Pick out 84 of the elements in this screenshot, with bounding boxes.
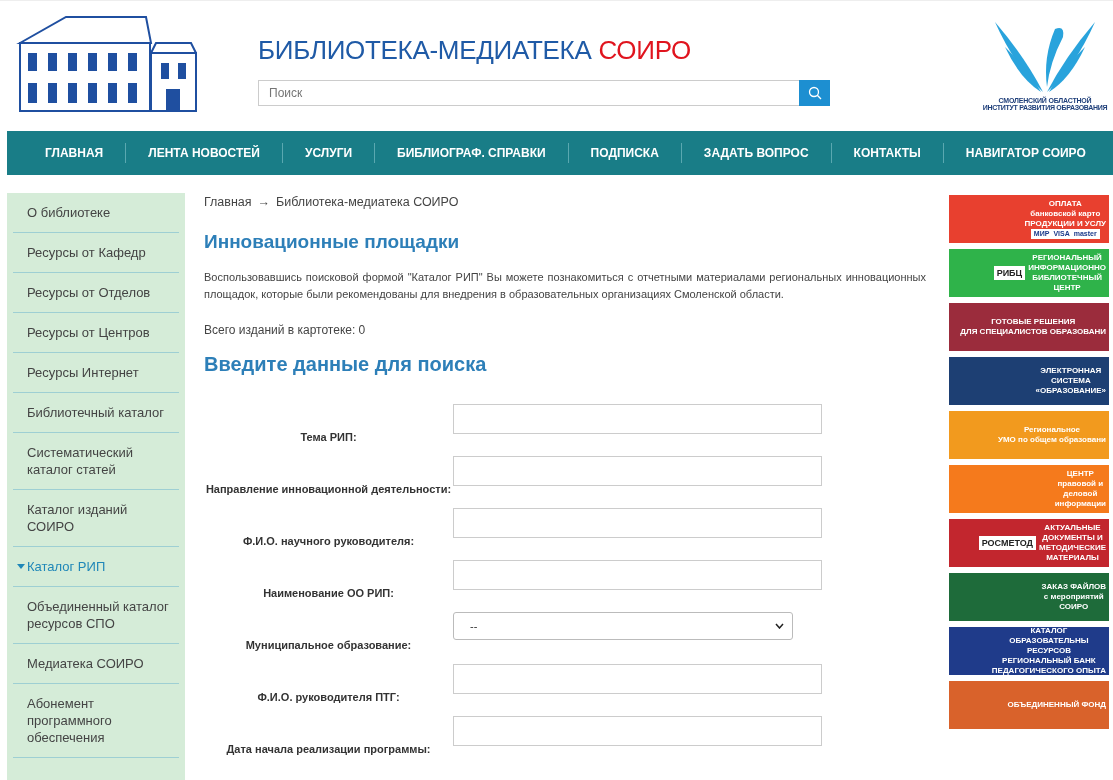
page-heading: Инновационные площадки xyxy=(204,231,461,253)
banner-text: ПРОДУКЦИИ И УСЛУ xyxy=(1024,219,1106,229)
banner-text: с мероприятий xyxy=(1043,592,1104,602)
banner-text: правовой и xyxy=(1057,479,1104,489)
banner-text: СИСТЕМА xyxy=(1050,376,1091,386)
input-field[interactable] xyxy=(453,456,822,486)
sidebar-item[interactable]: Медиатека СОИРО xyxy=(13,644,179,684)
promo-banner[interactable]: ОБЪЕДИНЕННЫЙ ФОНД xyxy=(947,679,1111,731)
banner-text: РЕГИОНАЛЬНЫЙ xyxy=(1032,253,1102,263)
banner-text: СОИРО xyxy=(1059,602,1089,612)
sidebar-item[interactable]: Каталог изданий СОИРО xyxy=(13,490,179,547)
banner-logo: РИБЦ xyxy=(993,266,1026,280)
banner-text: ДЛЯ СПЕЦИАЛИСТОВ ОБРАЗОВАНИ xyxy=(960,327,1106,337)
input-field[interactable] xyxy=(453,560,822,590)
sidebar-item[interactable]: Ресурсы Интернет xyxy=(13,353,179,393)
chevron-icon xyxy=(775,623,784,629)
nav-link[interactable]: БИБЛИОГРАФ. СПРАВКИ xyxy=(375,143,569,163)
banner-text: МАТЕРИАЛЫ xyxy=(1046,553,1099,563)
breadcrumb-link[interactable]: Главная xyxy=(204,195,252,209)
input-field[interactable] xyxy=(453,716,822,746)
sidebar-item[interactable]: Ресурсы от Отделов xyxy=(13,273,179,313)
banner-text: Региональное xyxy=(1023,425,1081,435)
field-label: Муниципальное образование: xyxy=(244,638,413,653)
nav-link[interactable]: КОНТАКТЫ xyxy=(831,143,944,163)
banner-logo: РОСМЕТОД xyxy=(978,536,1037,550)
input-field[interactable] xyxy=(453,508,822,538)
input-field[interactable] xyxy=(453,664,822,694)
sidebar-item[interactable]: О библиотеке xyxy=(13,193,179,233)
banner-text: КАТАЛОГ xyxy=(1030,626,1068,636)
sidebar-item[interactable]: Объединенный каталог ресурсов СПО xyxy=(13,587,179,644)
field-label: Дата начала реализации программы: xyxy=(225,742,432,757)
nav-link[interactable]: ПОДПИСКА xyxy=(568,143,682,163)
banner-text: ОБРАЗОВАТЕЛЬНЫ xyxy=(1009,636,1089,646)
banner-text: ПЕДАГОГИЧЕСКОГО ОПЫТА xyxy=(991,666,1106,676)
sidebar-item[interactable]: Ресурсы от Центров xyxy=(13,313,179,353)
banner-text: РЕСУРСОВ xyxy=(1026,646,1071,656)
nav-link[interactable]: ЛЕНТА НОВОСТЕЙ xyxy=(126,143,283,163)
banner-text: ИНФОРМАЦИОННО xyxy=(1028,263,1106,272)
breadcrumb-separator: → xyxy=(257,195,271,209)
banner-text: информации xyxy=(1054,499,1106,509)
promo-banner[interactable]: ЗАКАЗ ФАЙЛОВ с мероприятий СОИРО xyxy=(947,571,1111,623)
site-title: БИБЛИОТЕКА-МЕДИАТЕКА СОИРО xyxy=(258,35,693,66)
banner-text: ЦЕНТР xyxy=(1066,469,1094,479)
banner-text: РЕГИОНАЛЬНЫЙ БАНК xyxy=(1002,656,1096,666)
banner-text: ДОКУМЕНТЫ И xyxy=(1042,533,1103,543)
field-label: Ф.И.О. руководителя ПТГ: xyxy=(256,690,401,705)
form-heading: Введите данные для поиска xyxy=(204,353,488,376)
banner-text: ГОТОВЫЕ РЕШЕНИЯ xyxy=(991,317,1076,327)
promo-banner[interactable]: КАТАЛОГ ОБРАЗОВАТЕЛЬНЫ РЕСУРСОВ РЕГИОНАЛЬНЫЙ БАНК ПЕДАГОГИЧЕСКОГО ОПЫТА xyxy=(947,625,1111,677)
banner-text: деловой xyxy=(1063,489,1098,499)
field-label: Наименование ОО РИП: xyxy=(262,586,395,601)
banner-text: ЦЕНТР xyxy=(1053,283,1081,293)
banner-text: БИБЛИОТЕЧНЫЙ xyxy=(1032,273,1102,283)
field-label: Направление инновационной деятельности: xyxy=(204,482,453,497)
nav-link[interactable]: НАВИГАТОР СОИРО xyxy=(943,143,1108,163)
sidebar-item[interactable]: Ресурсы от Кафедр xyxy=(13,233,179,273)
search-button[interactable] xyxy=(799,80,830,106)
input-field[interactable] xyxy=(453,404,822,434)
search-field[interactable]: Поиск xyxy=(258,80,799,106)
sidebar-item[interactable]: Систематический каталог статей xyxy=(13,433,179,490)
search-icon xyxy=(807,86,822,100)
banner-text: «ОБРАЗОВАНИЕ» xyxy=(1035,386,1106,396)
sidebar-item[interactable]: Абонемент программного обеспечения xyxy=(13,684,179,758)
intro-text: Воспользовавшись поисковой формой "Каталог РИП" Вы можете познакомиться с отчетными материалами региональных инновационных площадок, которые были рекомендованы для внедрения в образовательных организациях Смоленской области. xyxy=(204,270,926,302)
nav-link[interactable]: ЗАДАТЬ ВОПРОС xyxy=(681,143,832,163)
promo-banner[interactable]: ГОТОВЫЕ РЕШЕНИЯ ДЛЯ СПЕЦИАЛИСТОВ ОБРАЗОВАНИ xyxy=(947,301,1111,353)
banner-text: МЕТОДИЧЕСКИЕ xyxy=(1039,543,1106,553)
nav-link[interactable]: ГЛАВНАЯ xyxy=(7,143,127,163)
field-label: Тема РИП: xyxy=(299,430,358,445)
banner-text: ОПЛАТА xyxy=(1048,199,1082,209)
municipality-dropdown[interactable]: -- xyxy=(453,612,793,640)
field-label: Ф.И.О. научного руководителя: xyxy=(241,534,416,549)
sidebar-item[interactable]: Библиотечный каталог xyxy=(13,393,179,433)
banner-text: УМО по общем образовани xyxy=(997,435,1106,445)
breadcrumb-current: Библиотека-медиатека СОИРО xyxy=(276,195,459,209)
banner-text: АКТУАЛЬНЫЕ xyxy=(1044,523,1101,533)
banner-text: ЗАКАЗ ФАЙЛОВ xyxy=(1041,582,1106,592)
promo-banner[interactable]: ЭЛЕКТРОННАЯ СИСТЕМА «ОБРАЗОВАНИЕ» xyxy=(947,355,1111,407)
banner-text: ЭЛЕКТРОННАЯ xyxy=(1040,366,1102,376)
banner-text: банковской карто xyxy=(1030,209,1101,219)
record-count: Всего изданий в картотеке: 0 xyxy=(204,323,367,337)
banner-text: ОБЪЕДИНЕННЫЙ ФОНД xyxy=(1007,700,1106,710)
nav-link[interactable]: УСЛУГИ xyxy=(282,143,376,163)
caret-icon xyxy=(17,564,25,570)
